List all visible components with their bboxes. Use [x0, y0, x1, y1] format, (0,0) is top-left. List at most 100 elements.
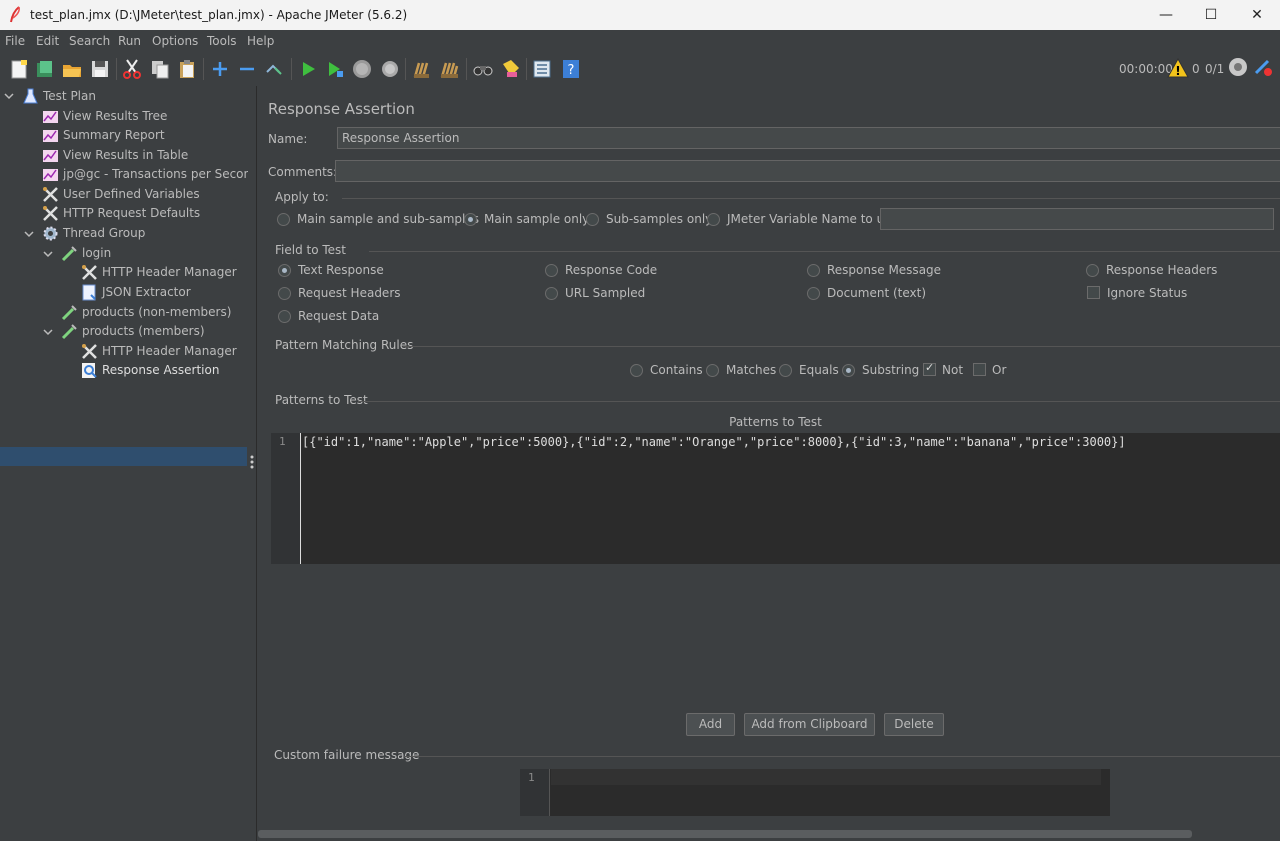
field-response-code-label[interactable]: Response Code: [565, 263, 657, 277]
apply-main-only-radio[interactable]: [464, 213, 477, 226]
rule-not-label[interactable]: Not: [942, 363, 963, 377]
rule-or-label[interactable]: Or: [992, 363, 1006, 377]
maximize-button[interactable]: ☐: [1188, 0, 1234, 30]
minimize-button[interactable]: —: [1143, 0, 1189, 30]
toolbar-separator: [116, 58, 117, 80]
ignore-status-label[interactable]: Ignore Status: [1107, 286, 1187, 300]
menu-search[interactable]: Search: [69, 34, 110, 48]
title-bar: test_plan.jmx (D:\JMeter\test_plan.jmx) …: [0, 0, 1280, 30]
log-viewer-icon[interactable]: [1253, 58, 1273, 78]
open-icon[interactable]: [61, 58, 83, 80]
new-icon[interactable]: [8, 58, 30, 80]
stop-icon[interactable]: [351, 58, 373, 80]
rule-contains-radio[interactable]: [630, 364, 643, 377]
rule-not-checkbox[interactable]: [923, 361, 936, 376]
elapsed-time: 00:00:00: [1119, 62, 1173, 76]
add-from-clipboard-button[interactable]: Add from Clipboard: [744, 713, 875, 736]
field-response-headers-label[interactable]: Response Headers: [1106, 263, 1217, 277]
variable-name-field[interactable]: [880, 208, 1274, 230]
field-request-headers-label[interactable]: Request Headers: [298, 286, 401, 300]
search-binoculars-icon[interactable]: [472, 58, 494, 80]
menu-tools[interactable]: Tools: [207, 34, 237, 48]
warning-icon[interactable]: !: [1167, 58, 1189, 78]
chevron-down-icon[interactable]: [24, 229, 34, 239]
field-response-code-radio[interactable]: [545, 264, 558, 277]
field-document-text-label[interactable]: Document (text): [827, 286, 926, 300]
field-request-headers-radio[interactable]: [278, 287, 291, 300]
rule-equals-radio[interactable]: [779, 364, 792, 377]
menu-file[interactable]: File: [5, 34, 25, 48]
apply-sub-only-radio[interactable]: [586, 213, 599, 226]
horizontal-scrollbar[interactable]: [258, 830, 1192, 838]
apply-sub-only-label[interactable]: Sub-samples only: [606, 212, 712, 226]
copy-icon[interactable]: [149, 58, 171, 80]
save-icon[interactable]: [89, 58, 111, 80]
field-url-sampled-label[interactable]: URL Sampled: [565, 286, 645, 300]
apply-main-and-sub-label[interactable]: Main sample and sub-samples: [297, 212, 479, 226]
chevron-down-icon[interactable]: [43, 327, 53, 337]
rule-equals-label[interactable]: Equals: [799, 363, 839, 377]
ignore-status-checkbox[interactable]: [1087, 286, 1100, 299]
pattern-value[interactable]: [{"id":1,"name":"Apple","price":5000},{"…: [302, 435, 1126, 449]
custom-failure-editor[interactable]: 1: [520, 769, 1110, 816]
delete-button[interactable]: Delete: [884, 713, 944, 736]
chevron-down-icon[interactable]: [4, 91, 14, 101]
clear-all-icon[interactable]: [438, 58, 460, 80]
field-response-headers-radio[interactable]: [1086, 264, 1099, 277]
apply-main-only-label[interactable]: Main sample only: [484, 212, 589, 226]
tree-selection-highlight: [0, 447, 247, 466]
shutdown-icon[interactable]: [379, 58, 401, 80]
rule-substring-label[interactable]: Substring: [862, 363, 919, 377]
rule-or-checkbox[interactable]: [973, 363, 986, 376]
add-button[interactable]: Add: [686, 713, 735, 736]
listener-graph-icon: [43, 111, 58, 123]
help-icon[interactable]: ?: [560, 58, 582, 80]
start-no-pauses-icon[interactable]: [324, 58, 346, 80]
toggle-icon[interactable]: [263, 58, 285, 80]
rule-matches-label[interactable]: Matches: [726, 363, 776, 377]
menu-bar: File Edit Search Run Options Tools Help: [0, 30, 1280, 52]
warning-count: 0: [1192, 62, 1200, 76]
expand-all-icon[interactable]: [209, 58, 231, 80]
rule-matches-radio[interactable]: [706, 364, 719, 377]
field-text-response-radio[interactable]: [278, 264, 291, 277]
svg-text:!: !: [1175, 64, 1180, 78]
templates-icon[interactable]: [34, 58, 56, 80]
apply-main-and-sub-radio[interactable]: [277, 213, 290, 226]
test-plan-tree: Test Plan View Results Tree Summary Repo…: [0, 86, 259, 841]
collapse-all-icon[interactable]: [236, 58, 258, 80]
name-field[interactable]: Response Assertion: [337, 127, 1280, 149]
field-response-message-radio[interactable]: [807, 264, 820, 277]
field-document-text-radio[interactable]: [807, 287, 820, 300]
close-button[interactable]: ✕: [1234, 0, 1280, 30]
function-helper-icon[interactable]: [531, 58, 553, 80]
start-icon[interactable]: [297, 58, 319, 80]
comments-field[interactable]: [335, 160, 1280, 182]
clear-icon[interactable]: [410, 58, 432, 80]
patterns-editor[interactable]: 1 [{"id":1,"name":"Apple","price":5000},…: [271, 433, 1280, 564]
rule-contains-label[interactable]: Contains: [650, 363, 703, 377]
menu-help[interactable]: Help: [247, 34, 274, 48]
rule-substring-radio[interactable]: [842, 364, 855, 377]
patterns-column-header[interactable]: Patterns to Test: [271, 411, 1280, 434]
cut-icon[interactable]: [121, 58, 143, 80]
test-plan-icon: [23, 88, 38, 104]
custom-failure-label: Custom failure message: [274, 748, 420, 762]
menu-edit[interactable]: Edit: [36, 34, 59, 48]
menu-run[interactable]: Run: [118, 34, 141, 48]
chevron-down-icon[interactable]: [43, 249, 53, 259]
apply-variable-radio[interactable]: [707, 213, 720, 226]
field-url-sampled-radio[interactable]: [545, 287, 558, 300]
reset-search-icon[interactable]: [499, 58, 521, 80]
menu-options[interactable]: Options: [152, 34, 198, 48]
apply-variable-label[interactable]: JMeter Variable Name to use: [727, 212, 898, 226]
toolbar-separator: [203, 58, 204, 80]
field-request-data-radio[interactable]: [278, 310, 291, 323]
field-request-data-label[interactable]: Request Data: [298, 309, 379, 323]
field-text-response-label[interactable]: Text Response: [298, 263, 384, 277]
paste-icon[interactable]: [176, 58, 198, 80]
splitter-grip-icon[interactable]: [250, 454, 254, 470]
field-response-message-label[interactable]: Response Message: [827, 263, 941, 277]
remote-status-icon: [1229, 58, 1247, 76]
svg-text:?: ?: [568, 63, 575, 78]
